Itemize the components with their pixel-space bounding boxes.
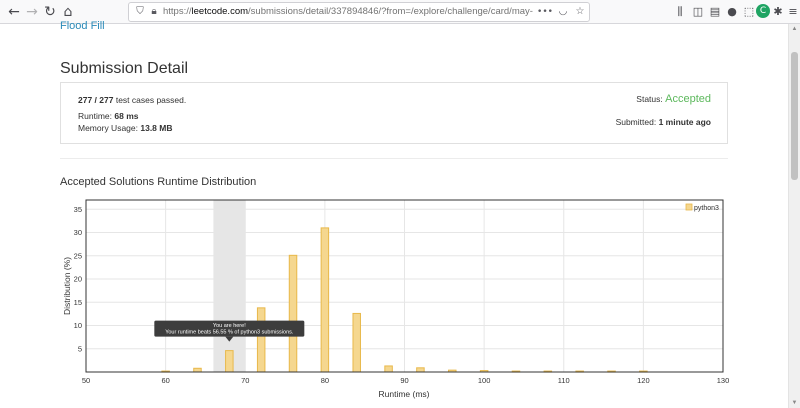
runtime-tooltip (154, 320, 305, 337)
distribution-bar[interactable] (543, 370, 553, 373)
x-tick-label: 90 (400, 376, 408, 385)
x-tick-label: 80 (321, 376, 329, 385)
your-runtime-highlight (213, 200, 246, 372)
reader-view-icon[interactable]: ▤ (706, 3, 724, 21)
x-tick-label: 110 (558, 376, 570, 385)
distribution-bar[interactable] (479, 370, 489, 373)
distribution-bar[interactable] (448, 369, 457, 373)
status-label: Status: (636, 94, 666, 104)
y-tick-label: 35 (74, 205, 82, 214)
bookmark-star-icon[interactable]: ☆ (572, 4, 588, 20)
reload-icon[interactable]: ↻ (40, 2, 60, 22)
divider (60, 158, 728, 159)
submission-panel: 277 / 277 test cases passed. Runtime: 68… (60, 82, 728, 144)
distribution-bar[interactable] (193, 367, 202, 373)
status-line: Status: Accepted (636, 93, 711, 105)
tooltip-line-1: You are here! (213, 323, 246, 329)
y-tick-label: 25 (74, 251, 82, 260)
y-tick-label: 15 (74, 298, 82, 307)
passed-suffix: test cases passed. (113, 95, 187, 105)
scroll-up-icon[interactable]: ▲ (789, 24, 800, 34)
distribution-bar[interactable] (320, 227, 330, 373)
page-actions-menu-icon[interactable]: ••• (537, 4, 553, 20)
extension-icon[interactable]: C (756, 4, 770, 18)
x-tick-label: 100 (478, 376, 491, 385)
distribution-bar[interactable] (575, 370, 584, 373)
plot-frame (85, 199, 724, 373)
y-axis-label: Distribution (%) (62, 257, 72, 315)
url-text[interactable]: https://leetcode.com/submissions/detail/… (163, 6, 533, 17)
url-scheme: https:// (163, 6, 192, 17)
problem-link[interactable]: Flood Fill (60, 20, 105, 32)
pocket-icon[interactable]: ◡ (555, 4, 571, 20)
y-tick-label: 10 (74, 321, 82, 330)
sidebar-icon[interactable]: ◫ (689, 3, 707, 21)
x-tick-label: 120 (637, 376, 650, 385)
forward-icon[interactable]: → (22, 2, 42, 22)
home-icon[interactable]: ⌂ (58, 2, 78, 22)
runtime-line: Runtime: 68 ms (78, 111, 138, 121)
menu-hamburger-icon[interactable]: ≡ (784, 3, 800, 21)
y-tick-label: 30 (74, 228, 82, 237)
x-axis-label: Runtime (ms) (378, 389, 429, 399)
distribution-bar[interactable] (352, 312, 361, 373)
y-tick-label: 20 (74, 275, 82, 284)
x-tick-label: 60 (161, 376, 169, 385)
lock-icon[interactable]: 🔒︎ (146, 4, 162, 20)
memory-line: Memory Usage: 13.8 MB (78, 123, 172, 133)
distribution-bar[interactable] (256, 307, 266, 373)
distribution-bar[interactable] (511, 370, 521, 373)
submitted-line: Submitted: 1 minute ago (616, 117, 711, 127)
scroll-down-icon[interactable]: ▼ (789, 398, 800, 408)
legend-label: python3 (694, 205, 719, 212)
test-cases-summary: 277 / 277 test cases passed. (78, 95, 186, 105)
x-tick-label: 130 (717, 376, 730, 385)
distribution-bar[interactable] (225, 350, 234, 373)
distribution-bar[interactable] (384, 365, 393, 373)
page-title: Submission Detail (60, 60, 189, 77)
status-badge: Accepted (665, 93, 711, 105)
runtime-label: Runtime: (78, 111, 115, 121)
tooltip-line-2: Your runtime beats 56.55 % of python3 su… (165, 330, 294, 336)
url-path: /submissions/detail/337894846/?from=/exp… (248, 6, 533, 17)
account-icon[interactable]: ● (723, 3, 741, 21)
runtime-value: 68 ms (114, 111, 139, 121)
distribution-bar[interactable] (607, 370, 616, 373)
back-icon[interactable]: ← (4, 2, 24, 22)
address-bar[interactable]: ⛉ 🔒︎ https://leetcode.com/submissions/de… (128, 2, 590, 22)
tooltip-pointer (225, 336, 234, 342)
x-tick-label: 50 (82, 376, 90, 385)
library-icon[interactable]: ⫼ (671, 3, 689, 21)
browser-toolbar: ← → ↻ ⌂ ⛉ 🔒︎ https://leetcode.com/submis… (0, 0, 800, 24)
y-tick-label: 5 (78, 344, 82, 353)
page-scrollbar[interactable]: ▲ ▼ (788, 24, 800, 408)
x-tick-label: 70 (241, 376, 249, 385)
distribution-heading: Accepted Solutions Runtime Distribution (60, 176, 257, 188)
submitted-label: Submitted: (615, 117, 659, 127)
memory-value: 13.8 MB (140, 123, 173, 133)
distribution-bar[interactable] (639, 370, 648, 373)
distribution-bar[interactable] (416, 367, 425, 373)
url-host: leetcode.com (191, 6, 249, 17)
submitted-value: 1 minute ago (658, 117, 711, 127)
legend-swatch (685, 203, 693, 211)
distribution-bar[interactable] (161, 370, 170, 373)
scroll-thumb[interactable] (791, 52, 798, 180)
passed-count: 277 (78, 95, 93, 105)
distribution-bar[interactable] (288, 254, 298, 373)
memory-label: Memory Usage: (78, 123, 141, 133)
total-count: 277 (99, 95, 114, 105)
